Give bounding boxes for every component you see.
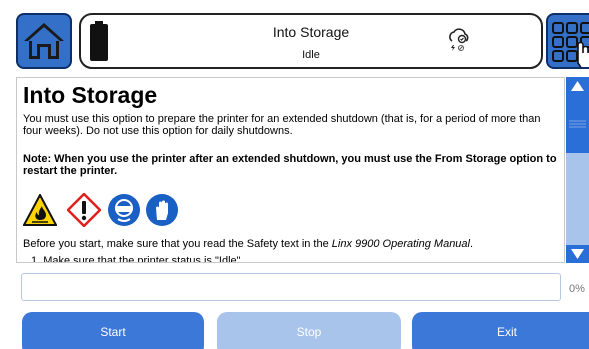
status-title: Into Storage: [272, 24, 350, 40]
safety-icons: [23, 193, 223, 227]
step-1-text: 1. Make sure that the printer status is …: [31, 255, 244, 263]
home-button[interactable]: [16, 13, 72, 69]
progress-bar: [21, 273, 561, 301]
pointing-hand-icon: [577, 41, 589, 67]
grip-lines-icon: [569, 120, 586, 128]
eye-protection-icon: [108, 194, 140, 226]
intro-text: You must use this option to prepare the …: [23, 113, 541, 137]
flammable-warning-icon: [23, 194, 57, 226]
triangle-down-icon: [571, 249, 584, 259]
instructions-panel: Into Storage You must use this option to…: [16, 77, 565, 263]
triangle-up-icon: [571, 81, 584, 91]
manual-reference: Linx 9900 Operating Manual: [331, 238, 470, 250]
status-bar: Into Storage Idle: [79, 13, 543, 69]
exit-button[interactable]: Exit: [412, 312, 589, 349]
gloves-icon: [146, 194, 178, 226]
exclamation-hazard-icon: [67, 193, 101, 227]
grid-menu-icon: [552, 22, 589, 67]
stop-button[interactable]: Stop: [217, 312, 401, 349]
page-title: Into Storage: [23, 82, 158, 108]
printer-status: Idle: [302, 49, 320, 61]
before-start-text: Before you start, make sure that you rea…: [23, 238, 474, 250]
start-button[interactable]: Start: [22, 312, 204, 349]
progress-label: 0%: [569, 283, 585, 295]
home-icon: [24, 23, 64, 59]
cloud-icon: [449, 28, 469, 51]
scroll-thumb[interactable]: [566, 95, 589, 153]
scroll-down-button[interactable]: [566, 245, 589, 263]
scroll-up-button[interactable]: [566, 77, 589, 95]
scrollbar[interactable]: [566, 77, 589, 263]
menu-button[interactable]: [546, 13, 589, 69]
note-text: Note: When you use the printer after an …: [23, 153, 557, 177]
